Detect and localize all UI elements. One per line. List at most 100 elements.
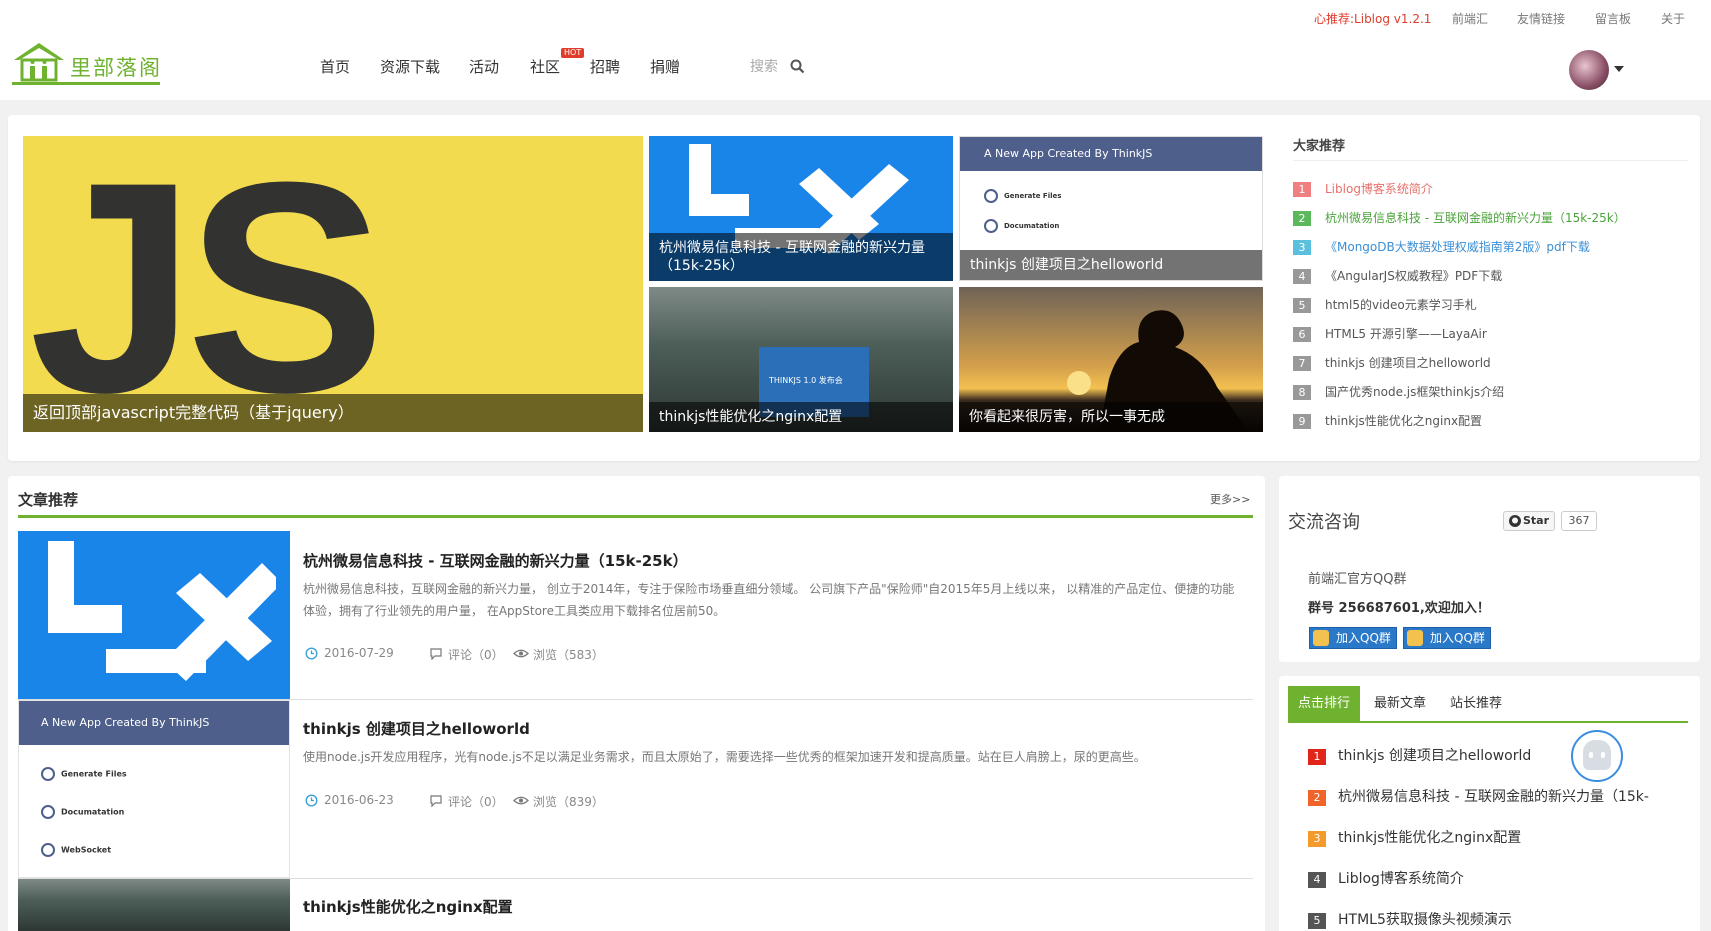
rank-number-badge: 8 (1293, 385, 1311, 400)
toplink-about[interactable]: 关于 (1661, 10, 1685, 27)
article-thumbnail[interactable] (18, 531, 290, 699)
tab-webmaster-picks[interactable]: 站长推荐 (1440, 686, 1512, 722)
nav-home[interactable]: 首页 (320, 56, 350, 77)
rank-number-badge: 2 (1293, 211, 1311, 226)
recommend-title: 大家推荐 (1293, 139, 1346, 154)
ranking-item-label[interactable]: thinkjs性能优化之nginx配置 (1338, 830, 1521, 846)
clock-icon (305, 794, 318, 807)
divider (1293, 160, 1688, 161)
recommend-item-label[interactable]: 国产优秀node.js框架thinkjs介绍 (1325, 385, 1504, 399)
join-qq-button[interactable]: 加入QQ群 (1403, 627, 1491, 649)
more-link[interactable]: 更多>> (1210, 491, 1250, 507)
logo-underline (12, 82, 160, 85)
featured-caption[interactable]: thinkjs性能优化之nginx配置 (649, 402, 953, 432)
toplink-recommend[interactable]: 心推荐:Liblog v1.2.1 (1314, 10, 1431, 27)
featured-tile-weiyi[interactable]: 杭州微易信息科技 - 互联网金融的新兴力量（15k-25k） (649, 136, 953, 281)
join-qq-button[interactable]: 加入QQ群 (1309, 627, 1397, 649)
recommend-item[interactable]: 8 国产优秀node.js框架thinkjs介绍 (1293, 383, 1504, 400)
recommend-item-label[interactable]: Liblog博客系统简介 (1325, 182, 1433, 196)
step-icon (41, 805, 55, 819)
nav-events[interactable]: 活动 (469, 56, 499, 77)
logo-text[interactable]: 里部落阁 (70, 52, 162, 82)
featured-tile-nginx[interactable]: THINKJS 1.0 发布会 thinkjs性能优化之nginx配置 (649, 287, 953, 432)
nav-jobs[interactable]: 招聘 (590, 56, 620, 77)
ranking-item-label[interactable]: HTML5获取摄像头视频演示 (1338, 912, 1512, 928)
rank-number-badge: 5 (1308, 913, 1326, 929)
user-avatar[interactable] (1569, 50, 1609, 90)
featured-caption[interactable]: 杭州微易信息科技 - 互联网金融的新兴力量（15k-25k） (649, 233, 953, 281)
step-icon (984, 219, 998, 233)
hot-badge: HOT (561, 48, 585, 58)
ranking-item[interactable]: 1 thinkjs 创建项目之helloworld (1308, 745, 1531, 765)
ranking-item-label[interactable]: thinkjs 创建项目之helloworld (1338, 748, 1531, 764)
thumb-header: A New App Created By ThinkJS (19, 701, 289, 745)
logo-house-icon[interactable] (10, 40, 68, 84)
ranking-item-label[interactable]: Liblog博客系统简介 (1338, 871, 1464, 887)
recommend-item[interactable]: 7 thinkjs 创建项目之helloworld (1293, 354, 1491, 371)
ranking-item[interactable]: 3 thinkjs性能优化之nginx配置 (1308, 827, 1521, 847)
featured-tile-sunset[interactable]: 你看起来很厉害，所以一事无成 (959, 287, 1263, 432)
star-count[interactable]: 367 (1561, 511, 1597, 531)
recommend-item-label[interactable]: 杭州微易信息科技 - 互联网金融的新兴力量（15k-25k） (1325, 211, 1626, 225)
ranking-item[interactable]: 5 HTML5获取摄像头视频演示 (1308, 909, 1512, 929)
search-icon[interactable] (790, 59, 805, 74)
github-star-button[interactable]: Star (1503, 511, 1555, 531)
recommend-item-label[interactable]: 《AngularJS权威教程》PDF下载 (1325, 269, 1502, 283)
toplink-guestbook[interactable]: 留言板 (1595, 10, 1631, 27)
article-title[interactable]: thinkjs性能优化之nginx配置 (303, 896, 513, 917)
step-label: Documatation (61, 807, 125, 817)
recommend-item[interactable]: 2 杭州微易信息科技 - 互联网金融的新兴力量（15k-25k） (1293, 209, 1626, 226)
recommend-item-label[interactable]: HTML5 开源引擎——LayaAir (1325, 327, 1487, 341)
step-icon (984, 189, 998, 203)
featured-caption[interactable]: thinkjs 创建项目之helloworld (960, 250, 1262, 280)
tab-top-clicks[interactable]: 点击排行 (1288, 686, 1361, 722)
recommend-item[interactable]: 6 HTML5 开源引擎——LayaAir (1293, 325, 1487, 342)
featured-tile-thinkjs[interactable]: A New App Created By ThinkJS Generate Fi… (959, 136, 1263, 281)
article-views: 浏览（839） (533, 795, 604, 809)
nav-donate[interactable]: 捐赠 (650, 56, 680, 77)
article-thumbnail[interactable] (18, 879, 290, 931)
rank-number-badge: 6 (1293, 327, 1311, 342)
featured-tile-main[interactable]: JS 返回顶部javascript完整代码（基于jquery） (23, 136, 643, 432)
article-date: 2016-06-23 (324, 793, 394, 807)
comment-icon (430, 648, 442, 660)
rank-number-badge: 9 (1293, 414, 1311, 429)
thumb-body: Generate Files Documatation WebSocket (41, 767, 127, 857)
recommend-item[interactable]: 1 Liblog博客系统简介 (1293, 180, 1433, 197)
recommend-item-label[interactable]: thinkjs 创建项目之helloworld (1325, 356, 1491, 370)
rank-number-badge: 3 (1308, 831, 1326, 847)
toplink-friends[interactable]: 友情链接 (1517, 10, 1565, 27)
recommend-item-label[interactable]: 《MongoDB大数据处理权威指南第2版》pdf下载 (1325, 240, 1590, 254)
qq-group-icon (1313, 630, 1329, 646)
ranking-item-label[interactable]: 杭州微易信息科技 - 互联网金融的新兴力量（15k- (1338, 789, 1649, 805)
recommend-item[interactable]: 5 html5的video元素学习手札 (1293, 296, 1477, 313)
recommend-item-label[interactable]: html5的video元素学习手札 (1325, 298, 1477, 312)
recommend-item[interactable]: 4 《AngularJS权威教程》PDF下载 (1293, 267, 1502, 284)
article-title[interactable]: 杭州微易信息科技 - 互联网金融的新兴力量（15k-25k） (303, 550, 688, 571)
article-comments[interactable]: 评论（0） (448, 646, 504, 663)
rank-number-badge: 5 (1293, 298, 1311, 313)
article-comments[interactable]: 评论（0） (448, 793, 504, 810)
rank-number-badge: 7 (1293, 356, 1311, 371)
clock-icon (305, 647, 318, 660)
github-icon (1509, 515, 1521, 527)
chat-bot-button[interactable] (1571, 730, 1623, 782)
article-title[interactable]: thinkjs 创建项目之helloworld (303, 718, 530, 739)
rank-number-badge: 4 (1308, 872, 1326, 888)
article-excerpt: 杭州微易信息科技，互联网金融的新兴力量， 创立于2014年，专注于保险市场垂直细… (303, 582, 1235, 618)
recommend-item-label[interactable]: thinkjs性能优化之nginx配置 (1325, 414, 1482, 428)
toplink-qianduanhui[interactable]: 前端汇 (1452, 10, 1488, 27)
search-label[interactable]: 搜索 (750, 56, 778, 76)
recommend-item[interactable]: 3 《MongoDB大数据处理权威指南第2版》pdf下载 (1293, 238, 1590, 255)
chevron-down-icon[interactable] (1614, 66, 1624, 72)
tab-latest[interactable]: 最新文章 (1364, 686, 1436, 722)
recommend-item[interactable]: 9 thinkjs性能优化之nginx配置 (1293, 412, 1482, 429)
step-label: Documatation (1004, 222, 1060, 230)
nav-downloads[interactable]: 资源下载 (380, 56, 440, 77)
nav-community[interactable]: 社区 (530, 56, 560, 77)
featured-caption[interactable]: 返回顶部javascript完整代码（基于jquery） (23, 394, 643, 432)
ranking-item[interactable]: 4 Liblog博客系统简介 (1308, 868, 1464, 888)
article-thumbnail[interactable]: A New App Created By ThinkJS Generate Fi… (18, 700, 290, 878)
ranking-item[interactable]: 2 杭州微易信息科技 - 互联网金融的新兴力量（15k- (1308, 786, 1649, 806)
featured-caption[interactable]: 你看起来很厉害，所以一事无成 (959, 402, 1263, 432)
